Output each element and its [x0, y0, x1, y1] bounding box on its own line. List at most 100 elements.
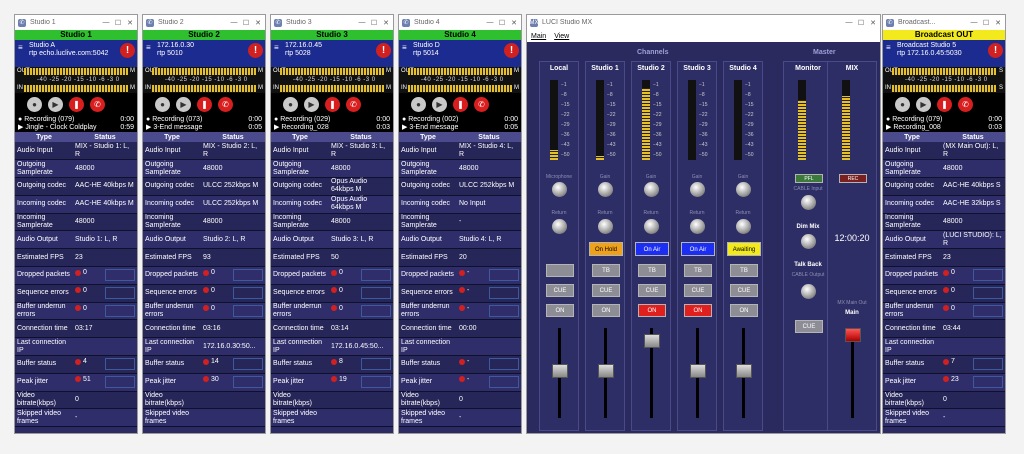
- return-knob[interactable]: [552, 219, 567, 234]
- alert-icon[interactable]: !: [376, 43, 391, 58]
- cue-button[interactable]: CUE: [684, 284, 712, 297]
- return-knob[interactable]: [736, 219, 751, 234]
- play-icon[interactable]: ▶: [916, 97, 931, 112]
- mic-icon[interactable]: ❚: [453, 97, 468, 112]
- hangup-icon[interactable]: ✆: [474, 97, 489, 112]
- maximize-icon[interactable]: ☐: [982, 19, 990, 27]
- menu-main[interactable]: Main: [531, 33, 546, 40]
- close-icon[interactable]: ✕: [994, 19, 1002, 27]
- minimize-icon[interactable]: —: [358, 19, 366, 26]
- cue-button[interactable]: CUE: [730, 284, 758, 297]
- fader-cap[interactable]: [690, 364, 706, 378]
- talkback-button[interactable]: [546, 264, 574, 277]
- monitor-cue-button[interactable]: CUE: [795, 320, 823, 333]
- record-icon[interactable]: ●: [283, 97, 298, 112]
- fader-cap[interactable]: [644, 334, 660, 348]
- minimize-icon[interactable]: —: [230, 19, 238, 26]
- talkback-button[interactable]: TB: [638, 264, 666, 277]
- close-icon[interactable]: ✕: [869, 19, 877, 27]
- fader-cap[interactable]: [598, 364, 614, 378]
- hangup-icon[interactable]: ✆: [958, 97, 973, 112]
- playback-line: ▶ 3-End message 0:05: [402, 124, 518, 132]
- play-icon[interactable]: ▶: [304, 97, 319, 112]
- gain-knob[interactable]: [736, 182, 751, 197]
- rec-button[interactable]: REC: [839, 174, 867, 183]
- talkback-button[interactable]: TB: [592, 264, 620, 277]
- close-icon[interactable]: ✕: [382, 19, 390, 27]
- hamburger-menu-icon[interactable]: ≡: [402, 44, 407, 52]
- on-button[interactable]: ON: [684, 304, 712, 317]
- alert-icon[interactable]: !: [988, 43, 1003, 58]
- on-button[interactable]: ON: [546, 304, 574, 317]
- menu-view[interactable]: View: [554, 33, 569, 40]
- cue-button[interactable]: CUE: [638, 284, 666, 297]
- table-row: Dropped packets 0: [883, 266, 1005, 285]
- fader-cap[interactable]: [736, 364, 752, 378]
- mini-graph: [361, 358, 391, 371]
- maximize-icon[interactable]: ☐: [242, 19, 250, 27]
- maximize-icon[interactable]: ☐: [370, 19, 378, 27]
- recording-line: ● Recording (029) 0:00: [274, 116, 390, 124]
- return-knob[interactable]: [690, 219, 705, 234]
- close-icon[interactable]: ✕: [510, 19, 518, 27]
- main-fader-cap[interactable]: [845, 328, 861, 342]
- status-button[interactable]: Awaiting: [727, 242, 761, 256]
- close-icon[interactable]: ✕: [254, 19, 262, 27]
- play-icon[interactable]: ▶: [176, 97, 191, 112]
- hamburger-menu-icon[interactable]: ≡: [18, 44, 23, 52]
- hamburger-menu-icon[interactable]: ≡: [886, 44, 891, 52]
- return-knob[interactable]: [644, 219, 659, 234]
- maximize-icon[interactable]: ☐: [857, 19, 865, 27]
- cable-input-knob[interactable]: [801, 195, 816, 210]
- mic-icon[interactable]: ❚: [69, 97, 84, 112]
- mic-icon[interactable]: ❚: [197, 97, 212, 112]
- mic-icon[interactable]: ❚: [325, 97, 340, 112]
- alert-icon[interactable]: !: [248, 43, 263, 58]
- cue-button[interactable]: CUE: [592, 284, 620, 297]
- play-icon[interactable]: ▶: [432, 97, 447, 112]
- minimize-icon[interactable]: —: [486, 19, 494, 26]
- on-button[interactable]: ON: [592, 304, 620, 317]
- db-tick: −22: [561, 112, 570, 118]
- fader-cap[interactable]: [552, 364, 568, 378]
- row-value-text: 4: [83, 358, 87, 366]
- record-icon[interactable]: ●: [27, 97, 42, 112]
- status-button[interactable]: On Air: [681, 242, 715, 256]
- minimize-icon[interactable]: —: [970, 19, 978, 26]
- hangup-icon[interactable]: ✆: [90, 97, 105, 112]
- gain-knob[interactable]: [690, 182, 705, 197]
- talkback-button[interactable]: TB: [684, 264, 712, 277]
- gain-knob[interactable]: [552, 182, 567, 197]
- on-button[interactable]: ON: [730, 304, 758, 317]
- record-icon[interactable]: ●: [895, 97, 910, 112]
- hangup-icon[interactable]: ✆: [218, 97, 233, 112]
- on-button[interactable]: ON: [638, 304, 666, 317]
- record-icon[interactable]: ●: [411, 97, 426, 112]
- gain-knob[interactable]: [644, 182, 659, 197]
- alert-icon[interactable]: !: [504, 43, 519, 58]
- status-button[interactable]: On Hold: [589, 242, 623, 256]
- gain-knob[interactable]: [598, 182, 613, 197]
- in-meter-bar: [24, 85, 128, 92]
- close-icon[interactable]: ✕: [126, 19, 134, 27]
- talk-back-knob[interactable]: [801, 284, 816, 299]
- mic-icon[interactable]: ❚: [937, 97, 952, 112]
- hangup-icon[interactable]: ✆: [346, 97, 361, 112]
- row-value-text: MIX - Studio 2: L, R: [203, 142, 258, 158]
- maximize-icon[interactable]: ☐: [498, 19, 506, 27]
- cue-button[interactable]: CUE: [546, 284, 574, 297]
- maximize-icon[interactable]: ☐: [114, 19, 122, 27]
- table-row: Audio Output Studio 3: L, R: [271, 230, 393, 250]
- talkback-button[interactable]: TB: [730, 264, 758, 277]
- pfl-button[interactable]: PFL: [795, 174, 823, 183]
- status-button[interactable]: On Air: [635, 242, 669, 256]
- minimize-icon[interactable]: —: [845, 19, 853, 26]
- alert-icon[interactable]: !: [120, 43, 135, 58]
- return-knob[interactable]: [598, 219, 613, 234]
- record-icon[interactable]: ●: [155, 97, 170, 112]
- play-icon[interactable]: ▶: [48, 97, 63, 112]
- hamburger-menu-icon[interactable]: ≡: [274, 44, 279, 52]
- minimize-icon[interactable]: —: [102, 19, 110, 26]
- hamburger-menu-icon[interactable]: ≡: [146, 44, 151, 52]
- dim-mix-knob[interactable]: [801, 234, 816, 249]
